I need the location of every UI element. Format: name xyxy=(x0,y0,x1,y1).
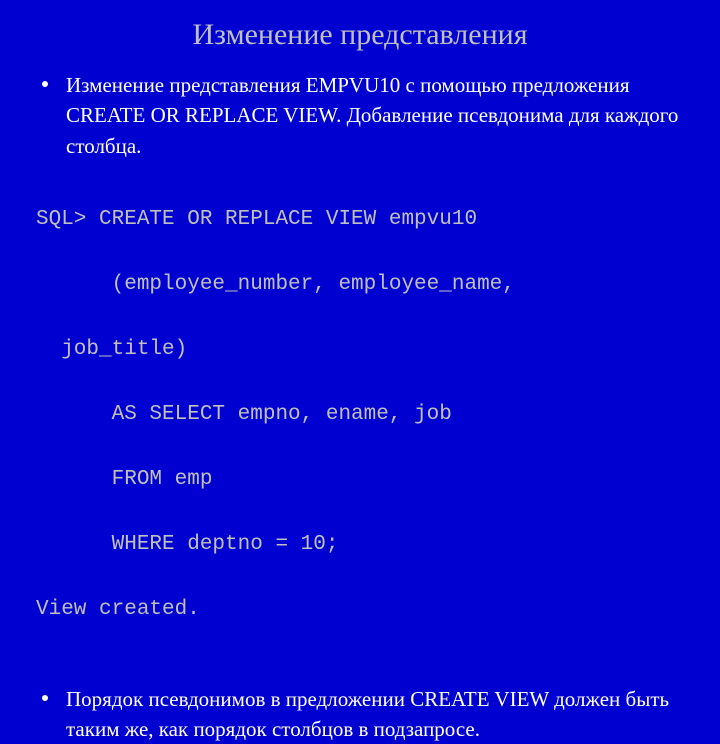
bullet-item-1: Изменение представления EMPVU10 с помощь… xyxy=(36,70,684,161)
code-block: SQL> CREATE OR REPLACE VIEW empvu10 (emp… xyxy=(36,171,684,659)
slide-title: Изменение представления xyxy=(36,18,684,52)
code-line-7: View created. xyxy=(36,594,684,627)
bullet-icon xyxy=(42,81,48,87)
bullet-item-2: Порядок псевдонимов в предложении CREATE… xyxy=(36,684,684,744)
code-line-1: SQL> CREATE OR REPLACE VIEW empvu10 xyxy=(36,204,684,237)
code-line-3: job_title) xyxy=(36,334,684,367)
code-line-2: (employee_number, employee_name, xyxy=(36,269,684,302)
bullet-icon xyxy=(42,695,48,701)
bullet-text-1: Изменение представления EMPVU10 с помощь… xyxy=(66,70,684,161)
bullet-text-2: Порядок псевдонимов в предложении CREATE… xyxy=(66,684,684,744)
code-line-6: WHERE deptno = 10; xyxy=(36,529,684,562)
code-line-4: AS SELECT empno, ename, job xyxy=(36,399,684,432)
code-line-5: FROM emp xyxy=(36,464,684,497)
